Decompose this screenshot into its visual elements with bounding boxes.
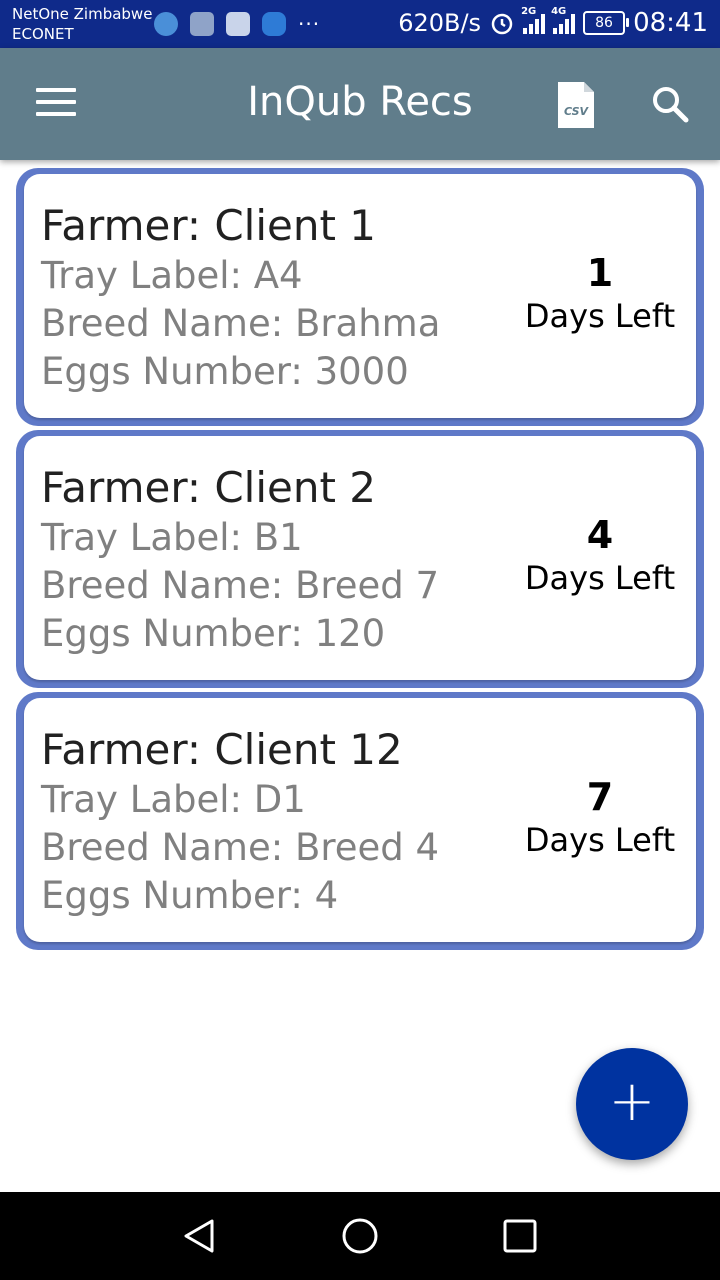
battery-level: 86	[595, 15, 613, 31]
record-card[interactable]: Farmer: Client 2 Tray Label: B1 Breed Na…	[16, 430, 704, 688]
days-left: 1 Days Left	[520, 250, 680, 336]
days-left: 4 Days Left	[520, 512, 680, 598]
signal-2g-icon: 2G	[521, 6, 546, 34]
farmer-name: Farmer: Client 12	[41, 725, 403, 774]
system-navigation-bar	[0, 1192, 720, 1280]
back-icon[interactable]	[180, 1216, 220, 1256]
days-left: 7 Days Left	[520, 774, 680, 860]
csv-icon-text: CSV	[564, 105, 590, 118]
status-bar: NetOne Zimbabwe ECONET ··· 620B/s 2G 4G …	[0, 0, 720, 48]
page-title: InQub Recs	[247, 79, 473, 125]
chart-notification-icon	[226, 12, 250, 36]
clock: 08:41	[633, 8, 708, 38]
home-icon[interactable]	[340, 1216, 380, 1256]
days-left-label: Days Left	[524, 559, 676, 597]
farmer-name: Farmer: Client 1	[41, 201, 377, 250]
plus-icon: +	[608, 1069, 656, 1134]
file-notification-icon	[190, 12, 214, 36]
tray-label: Tray Label: B1	[41, 516, 303, 559]
tray-label: Tray Label: A4	[41, 254, 303, 297]
status-indicators: 620B/s 2G 4G 86 08:41	[398, 6, 708, 38]
carrier-name-1: NetOne Zimbabwe	[12, 5, 153, 23]
add-record-button[interactable]: +	[576, 1048, 688, 1160]
network-speed: 620B/s	[398, 9, 482, 37]
alarm-icon	[491, 13, 513, 35]
record-card-body: Farmer: Client 2 Tray Label: B1 Breed Na…	[24, 436, 696, 680]
record-list: Farmer: Client 1 Tray Label: A4 Breed Na…	[16, 168, 704, 954]
record-details: Farmer: Client 1 Tray Label: A4 Breed Na…	[41, 200, 440, 396]
breed-name: Breed Name: Brahma	[41, 302, 441, 345]
search-icon[interactable]	[650, 84, 690, 124]
tray-label: Tray Label: D1	[41, 778, 306, 821]
record-details: Farmer: Client 2 Tray Label: B1 Breed Na…	[41, 462, 439, 658]
days-left-value: 1	[586, 251, 614, 295]
carrier-name-2: ECONET	[12, 25, 74, 43]
days-left-value: 7	[586, 775, 614, 819]
message-notification-icon	[262, 12, 286, 36]
eggs-number: Eggs Number: 4	[41, 874, 339, 917]
days-left-value: 4	[586, 513, 614, 557]
record-card-body: Farmer: Client 1 Tray Label: A4 Breed Na…	[24, 174, 696, 418]
sim1-type: 2G	[521, 6, 537, 17]
days-left-label: Days Left	[524, 297, 676, 335]
csv-export-icon[interactable]: CSV	[556, 80, 596, 130]
breed-name: Breed Name: Breed 7	[41, 564, 440, 607]
browser-notification-icon	[154, 12, 178, 36]
farmer-name: Farmer: Client 2	[41, 463, 377, 512]
breed-name: Breed Name: Breed 4	[41, 826, 440, 869]
recent-apps-icon[interactable]	[500, 1216, 540, 1256]
app-bar: InQub Recs CSV	[0, 48, 720, 160]
record-card-body: Farmer: Client 12 Tray Label: D1 Breed N…	[24, 698, 696, 942]
signal-4g-icon: 4G	[551, 6, 576, 34]
eggs-number: Eggs Number: 120	[41, 612, 386, 655]
carrier-info: NetOne Zimbabwe ECONET	[12, 4, 152, 44]
battery-icon: 86	[583, 11, 630, 35]
record-card[interactable]: Farmer: Client 12 Tray Label: D1 Breed N…	[16, 692, 704, 950]
eggs-number: Eggs Number: 3000	[41, 350, 409, 393]
sim2-type: 4G	[551, 6, 567, 17]
more-notifications-icon: ···	[298, 12, 321, 36]
days-left-label: Days Left	[524, 821, 676, 859]
record-card[interactable]: Farmer: Client 1 Tray Label: A4 Breed Na…	[16, 168, 704, 426]
record-details: Farmer: Client 12 Tray Label: D1 Breed N…	[41, 724, 439, 920]
notification-icons: ···	[154, 12, 320, 36]
